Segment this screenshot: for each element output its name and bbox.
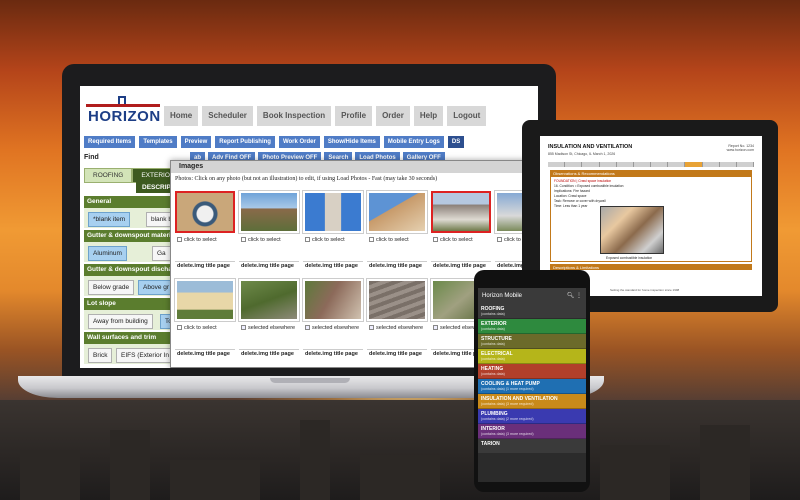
report-tabs[interactable] bbox=[548, 162, 755, 167]
laptop-screen: HORIZON Home Scheduler Book Inspection P… bbox=[80, 86, 538, 368]
report-photo-caption: Exposed combustible insulation bbox=[606, 256, 653, 260]
mobile-section-name: TARION bbox=[481, 441, 500, 447]
city-skyline bbox=[0, 400, 800, 500]
mobile-section-item[interactable]: HEATING (contains data) bbox=[478, 364, 586, 379]
mobile-section-list: ROOFING (contains data) EXTERIOR (contains … bbox=[478, 304, 586, 454]
option-chip[interactable]: EIFS (Exterior In bbox=[116, 348, 175, 363]
nav-order[interactable]: Order bbox=[376, 106, 410, 126]
option-chip[interactable]: *blank item bbox=[88, 212, 131, 227]
mobile-section-item[interactable]: COOLING & HEAT PUMP (contains data) (1 mo… bbox=[478, 379, 586, 394]
mobile-section-status: (contains data) bbox=[481, 327, 505, 331]
report-photo[interactable] bbox=[600, 206, 664, 254]
report-publishing-button[interactable]: Report Publishing bbox=[215, 136, 275, 148]
report-line: Location: Crawl space bbox=[554, 194, 587, 198]
nav-logout[interactable]: Logout bbox=[447, 106, 487, 126]
images-dialog-title: Images bbox=[171, 161, 537, 173]
section-wall-surfaces: Wall surfaces and trim bbox=[84, 332, 174, 344]
mobile-section-item[interactable]: EXTERIOR (contains data) bbox=[478, 319, 586, 334]
laptop-notch bbox=[270, 378, 350, 383]
section-gutter-discharge: Gutter & downspout discharg bbox=[84, 264, 174, 276]
report-line: Implications: Fire hazard bbox=[554, 189, 590, 193]
preview-button[interactable]: Preview bbox=[180, 136, 212, 148]
option-chip[interactable]: Aluminum bbox=[88, 246, 127, 261]
horizon-logo[interactable]: HORIZON bbox=[86, 96, 160, 125]
mobile-section-status: (contains data) (3 more required) bbox=[481, 432, 534, 436]
mobile-entry-logs-button[interactable]: Mobile Entry Logs bbox=[383, 136, 444, 148]
work-order-button[interactable]: Work Order bbox=[278, 136, 320, 148]
show-hide-items-button[interactable]: Show/Hide Items bbox=[323, 136, 380, 148]
mobile-section-status: (contains data) bbox=[481, 312, 505, 316]
photo-thumb[interactable]: click to select delete.img title page bbox=[238, 190, 300, 277]
report-line: 16. Condition: • Exposed combustible ins… bbox=[554, 184, 624, 188]
mobile-section-status: (contains data) (3 more required) bbox=[481, 402, 534, 406]
find-label: Find bbox=[84, 154, 99, 161]
section-general: General bbox=[84, 196, 174, 208]
report-id: Report No. 1234 www.horizon.com bbox=[726, 144, 754, 152]
mobile-section-item[interactable]: STRUCTURE (contains data) bbox=[478, 334, 586, 349]
main-nav: Home Scheduler Book Inspection Profile O… bbox=[164, 106, 487, 126]
mobile-app-title: Horizon Mobile bbox=[482, 293, 523, 299]
section-row: Away from building To bbox=[84, 310, 177, 330]
photo-thumb[interactable]: click to select delete.img title page bbox=[302, 190, 364, 277]
option-chip[interactable]: Below grade bbox=[88, 280, 135, 295]
report-line: Time: Less than 1 year bbox=[554, 204, 588, 208]
section-gutter-material: Gutter & downspout material bbox=[84, 230, 174, 242]
option-chip[interactable]: Above gr bbox=[138, 280, 175, 295]
section-row: Brick EIFS (Exterior In bbox=[84, 344, 175, 364]
section-lot-slope: Lot slope bbox=[84, 298, 174, 310]
app-header: HORIZON Home Scheduler Book Inspection P… bbox=[80, 86, 538, 128]
section-row: *blank item blank b bbox=[84, 208, 177, 228]
templates-button[interactable]: Templates bbox=[139, 136, 177, 148]
mobile-section-status: (contains data) bbox=[481, 372, 505, 376]
report-address: 855 Madison St, Chicago, IL March 1, 202… bbox=[548, 152, 616, 156]
option-chip[interactable]: Brick bbox=[88, 348, 113, 363]
report-footer: Setting the standard for home inspection… bbox=[610, 288, 680, 292]
mobile-section-status: (contains data) (1 more required) bbox=[481, 387, 534, 391]
section-row: Below grade Above gr bbox=[84, 276, 175, 296]
mobile-section-status: (contains data) (2 more required) bbox=[481, 417, 534, 421]
option-chip[interactable]: Away from building bbox=[88, 314, 153, 329]
mobile-section-item[interactable]: INSULATION AND VENTILATION (contains data… bbox=[478, 394, 586, 409]
images-instructions: Photos: Click on any photo (but not an i… bbox=[175, 176, 438, 182]
mobile-section-item[interactable]: PLUMBING (contains data) (2 more required… bbox=[478, 409, 586, 424]
nav-book-inspection[interactable]: Book Inspection bbox=[256, 106, 332, 126]
search-icon[interactable]: 🔍︎ ⋮ bbox=[567, 292, 582, 299]
photo-thumb[interactable]: click to select delete.img title page bbox=[431, 191, 491, 277]
mobile-section-item[interactable]: ELECTRICAL (contains data) bbox=[478, 349, 586, 364]
mobile-section-status: (contains data) bbox=[481, 357, 505, 361]
photo-thumb[interactable]: selected elsewhere delete.img title page bbox=[366, 278, 428, 365]
nav-scheduler[interactable]: Scheduler bbox=[202, 106, 253, 126]
nav-profile[interactable]: Profile bbox=[335, 106, 373, 126]
photo-thumb[interactable]: click to select delete.img title page bbox=[366, 190, 428, 277]
photo-thumb[interactable]: click to select delete.img title page bbox=[175, 191, 235, 277]
section-row: Aluminum Ga bbox=[84, 242, 174, 262]
photo-thumb[interactable]: selected elsewhere delete.img title page bbox=[238, 278, 300, 365]
photo-thumb[interactable]: selected elsewhere delete.img title page bbox=[302, 278, 364, 365]
mobile-app: Horizon Mobile 🔍︎ ⋮ ROOFING (contains dat… bbox=[478, 288, 586, 482]
section-tabs: ROOFING EXTERIOR bbox=[84, 168, 184, 183]
ds-button[interactable]: DS bbox=[447, 136, 465, 148]
tab-roofing[interactable]: ROOFING bbox=[84, 168, 133, 183]
report-title: INSULATION AND VENTILATION bbox=[548, 144, 633, 150]
mobile-section-item[interactable]: TARION bbox=[478, 439, 586, 454]
required-items-button[interactable]: Required Items bbox=[84, 136, 136, 148]
report-line: FOUNDATION | Crawl space insulation bbox=[554, 179, 612, 183]
nav-home[interactable]: Home bbox=[164, 106, 199, 126]
nav-help[interactable]: Help bbox=[413, 106, 444, 126]
report-line: Task: Remove or cover with drywall bbox=[554, 199, 606, 203]
mobile-section-item[interactable]: ROOFING (contains data) bbox=[478, 304, 586, 319]
mobile-section-status: (contains data) bbox=[481, 342, 505, 346]
photo-thumb[interactable]: click to select delete.img title page bbox=[174, 278, 236, 365]
mobile-section-item[interactable]: INTERIOR (contains data) (3 more required… bbox=[478, 424, 586, 439]
editor-toolbar: Required Items Templates Preview Report … bbox=[80, 136, 538, 150]
option-chip[interactable]: Ga bbox=[152, 246, 171, 261]
mobile-app-bar: Horizon Mobile 🔍︎ ⋮ bbox=[478, 288, 586, 304]
